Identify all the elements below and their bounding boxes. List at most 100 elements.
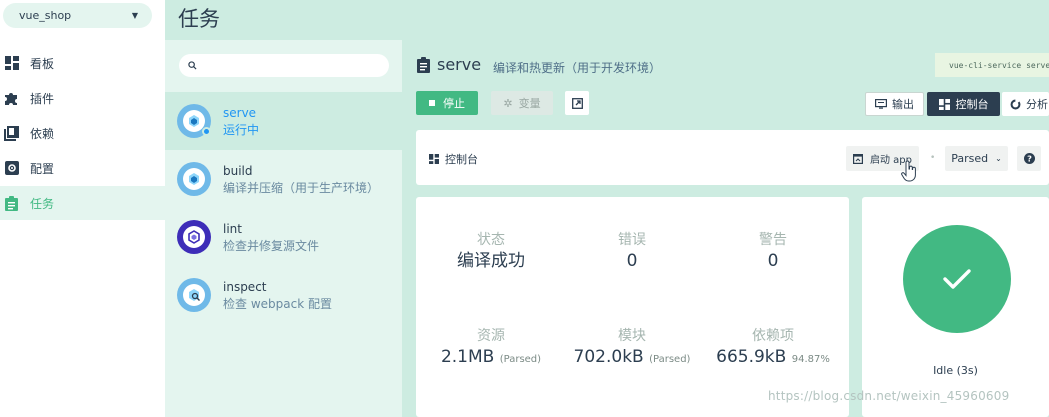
search-icon <box>188 61 197 70</box>
check-icon <box>943 269 971 289</box>
size-mode-select[interactable]: Parsed ⌄ <box>945 146 1008 171</box>
stat-label: 模块 <box>618 328 646 344</box>
project-selector[interactable]: vue_shop ▼ <box>3 3 152 28</box>
status-widget: Idle (3s) <box>862 197 1049 417</box>
open-in-browser-icon <box>852 153 863 164</box>
task-command: vue-cli-service serve <box>935 53 1049 77</box>
clipboard-icon <box>417 57 430 73</box>
tab-output[interactable]: 输出 <box>865 92 924 116</box>
stat-value: 2.1MB <box>440 347 495 367</box>
puzzle-icon <box>4 91 19 106</box>
nav-item-plugins[interactable]: 插件 <box>0 81 165 115</box>
tab-label: 分析 <box>1026 98 1048 111</box>
stat-note: 94.87% <box>791 354 830 365</box>
task-desc: 检查并修复源文件 <box>223 238 320 253</box>
task-name: inspect <box>223 279 267 294</box>
task-list: serve 运行中 build 编译并压缩（用于生产环境） lint 检查并修复… <box>165 40 402 417</box>
nav-label: 配置 <box>30 161 55 176</box>
success-indicator <box>903 225 1011 333</box>
tab-label: 控制台 <box>955 98 989 111</box>
task-item-build[interactable]: build 编译并压缩（用于生产环境） <box>165 150 402 208</box>
panel-title-text: 控制台 <box>445 153 478 166</box>
svg-text:?: ? <box>1027 153 1032 163</box>
stat-warnings: 警告 0 <box>703 231 843 274</box>
top-bar: 任务 <box>165 0 1049 40</box>
task-item-serve[interactable]: serve 运行中 <box>165 92 402 150</box>
settings-icon <box>4 161 19 176</box>
webpack-inspect-icon <box>177 278 211 312</box>
stop-button[interactable]: 停止 <box>416 91 478 115</box>
nav-label: 任务 <box>30 196 55 211</box>
gear-icon: ✲ <box>503 96 513 110</box>
stat-label: 依赖项 <box>752 328 794 344</box>
nav-label: 依赖 <box>30 126 55 141</box>
task-item-inspect[interactable]: inspect 检查 webpack 配置 <box>165 266 402 324</box>
console-toolbar: 控制台 启动 app • Parsed ⌄ ? <box>416 130 1049 185</box>
task-item-lint[interactable]: lint 检查并修复源文件 <box>165 208 402 266</box>
variables-label: 变量 <box>518 97 541 110</box>
task-desc: 运行中 <box>223 122 260 137</box>
size-mode-value: Parsed <box>951 152 989 165</box>
tab-console[interactable]: 控制台 <box>927 92 1000 116</box>
hand-cursor-icon <box>901 160 916 182</box>
chevron-down-icon: ⌄ <box>995 154 1002 163</box>
variables-button[interactable]: ✲ 变量 <box>491 91 553 115</box>
watermark: https://blog.csdn.net/weixin_45960609 <box>768 389 1010 403</box>
stop-icon <box>429 100 435 106</box>
open-in-new-icon <box>571 97 583 109</box>
webpack-icon <box>177 104 211 138</box>
stat-note: (Parsed) <box>499 354 542 365</box>
search-input[interactable] <box>179 54 389 77</box>
stat-value: 0 <box>626 251 638 271</box>
running-status-dot <box>202 127 211 136</box>
tab-analyze[interactable]: 分析 <box>1002 92 1049 116</box>
help-icon: ? <box>1023 153 1035 164</box>
task-description: 编译和热更新（用于开发环境） <box>493 61 662 75</box>
open-external-button[interactable] <box>565 91 589 115</box>
stat-value: 702.0kB <box>573 347 644 367</box>
page-title: 任务 <box>178 7 220 31</box>
assignment-icon <box>4 195 19 211</box>
task-name: lint <box>223 221 242 236</box>
task-name: serve <box>223 105 257 120</box>
nav-item-config[interactable]: 配置 <box>0 151 165 185</box>
nav-item-tasks[interactable]: 任务 <box>0 186 165 220</box>
stat-label: 状态 <box>477 232 505 248</box>
eslint-icon <box>177 220 211 254</box>
stat-errors: 错误 0 <box>562 231 702 274</box>
help-button[interactable]: ? <box>1017 146 1041 171</box>
stat-assets: 资源 2.1MB (Parsed) <box>421 327 561 372</box>
panel-title: 控制台 <box>429 151 478 167</box>
stat-dependencies: 依赖项 665.9kB 94.87% <box>703 327 843 372</box>
donut-chart-icon <box>1010 99 1021 109</box>
tab-label: 输出 <box>892 98 914 111</box>
nav-label: 看板 <box>30 56 55 71</box>
task-name: build <box>223 163 253 178</box>
stat-value: 编译成功 <box>457 251 525 271</box>
stat-value: 0 <box>767 251 779 271</box>
task-desc: 编译并压缩（用于生产环境） <box>223 180 380 195</box>
stat-label: 错误 <box>618 232 646 248</box>
stop-label: 停止 <box>443 97 465 110</box>
project-name: vue_shop <box>19 9 72 22</box>
stat-status: 状态 编译成功 <box>421 231 561 274</box>
dashboard-icon <box>4 56 19 71</box>
nav-item-dashboard[interactable]: 看板 <box>0 46 165 80</box>
task-title: serve <box>437 55 482 74</box>
nav-item-dependencies[interactable]: 依赖 <box>0 116 165 150</box>
separator-dot: • <box>930 153 936 163</box>
build-stats: 状态 编译成功 错误 0 警告 0 资源 2.1MB (Parsed) 模块 7… <box>416 197 849 417</box>
monitor-icon <box>875 99 887 109</box>
stat-label: 警告 <box>759 232 787 248</box>
stat-label: 资源 <box>477 328 505 344</box>
task-detail: serve 编译和热更新（用于开发环境） vue-cli-service ser… <box>402 40 1049 417</box>
task-desc: 检查 webpack 配置 <box>223 296 332 311</box>
library-icon <box>4 125 19 141</box>
webpack-icon <box>177 162 211 196</box>
dashboard-icon <box>429 154 439 164</box>
stat-note: (Parsed) <box>649 354 691 365</box>
idle-status-label: Idle (3s) <box>933 364 978 377</box>
stat-value: 665.9kB <box>716 347 787 367</box>
dashboard-icon <box>938 98 950 110</box>
stat-modules: 模块 702.0kB (Parsed) <box>562 327 702 372</box>
